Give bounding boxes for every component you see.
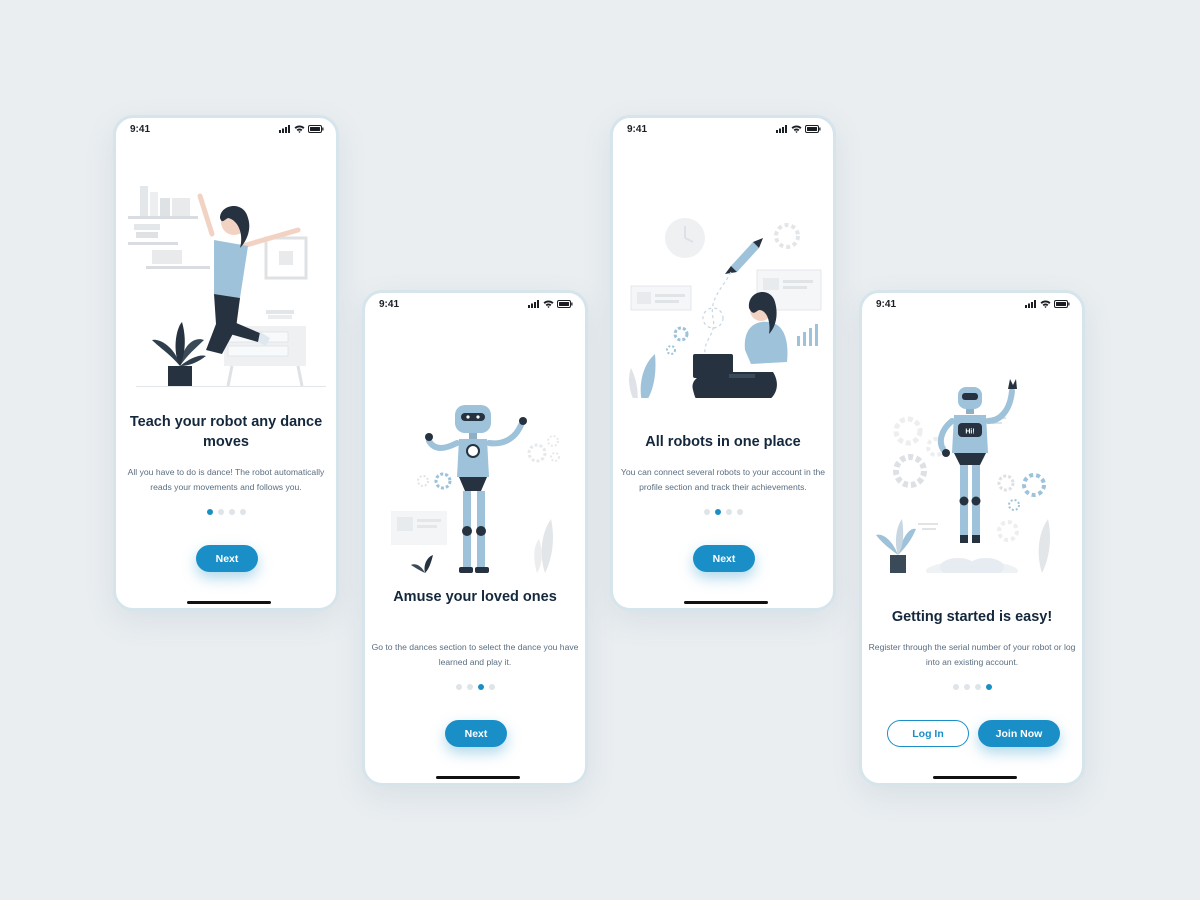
status-icons: [1025, 300, 1070, 308]
next-button[interactable]: Next: [693, 545, 755, 572]
robot-hi-badge: Hi!: [965, 429, 974, 436]
status-time: 9:41: [627, 123, 648, 135]
page-dot: [466, 684, 473, 690]
page-dot: [736, 509, 743, 515]
wifi-icon: [791, 125, 802, 133]
page-dot: [963, 684, 970, 690]
page-indicator: [365, 684, 585, 690]
battery-icon: [308, 125, 324, 133]
battery-icon: [1054, 300, 1070, 308]
page-indicator: [613, 509, 833, 515]
screen-description: Go to the dances section to select the d…: [371, 642, 579, 667]
home-indicator: [436, 776, 520, 779]
dancing-robot-illustration: [391, 405, 560, 573]
battery-icon: [805, 125, 821, 133]
signal-icon: [776, 125, 787, 133]
status-icons: [528, 300, 573, 308]
status-bar: 9:41: [365, 293, 585, 315]
screen-title: All robots in one place: [645, 434, 801, 450]
page-dot-active: [985, 684, 992, 690]
page-dot: [228, 509, 235, 515]
battery-icon: [557, 300, 573, 308]
onboarding-screen-loved-ones: 9:41 Amuse your loved ones Go to the dan…: [362, 290, 588, 786]
next-button[interactable]: Next: [196, 545, 258, 572]
status-icons: [279, 125, 324, 133]
onboarding-screen-getting-started: 9:41 Hi! Getting started is easy! Regist…: [859, 290, 1085, 786]
wifi-icon: [543, 300, 554, 308]
status-time: 9:41: [876, 298, 897, 310]
woman-jumping-illustration: [128, 186, 326, 387]
status-time: 9:41: [130, 123, 151, 135]
status-bar: 9:41: [613, 118, 833, 140]
page-indicator: [862, 684, 1082, 690]
screen-description: All you have to do is dance! The robot a…: [127, 467, 325, 492]
home-indicator: [684, 601, 768, 604]
home-indicator: [933, 776, 1017, 779]
status-time: 9:41: [379, 298, 400, 310]
wifi-icon: [294, 125, 305, 133]
screen-title: Amuse your loved ones: [393, 589, 557, 605]
page-dot: [488, 684, 495, 690]
waving-robot-illustration: Hi!: [876, 379, 1050, 573]
page-indicator: [116, 509, 336, 515]
page-dot: [455, 684, 462, 690]
status-icons: [776, 125, 821, 133]
screen-description: You can connect several robots to your a…: [620, 467, 826, 492]
page-dot: [217, 509, 224, 515]
signal-icon: [279, 125, 290, 133]
page-dot: [725, 509, 732, 515]
home-indicator: [187, 601, 271, 604]
join-now-button[interactable]: Join Now: [978, 720, 1060, 747]
screen-description: Register through the serial number of yo…: [868, 642, 1076, 667]
screen-title: Getting started is easy!: [891, 609, 1053, 625]
page-dot: [974, 684, 981, 690]
page-dot: [239, 509, 246, 515]
log-in-button[interactable]: Log In: [887, 720, 969, 747]
onboarding-screen-all-robots: 9:41 All robots in one place You can con…: [610, 115, 836, 611]
next-button[interactable]: Next: [445, 720, 507, 747]
page-dot-active: [477, 684, 484, 690]
page-dot: [703, 509, 710, 515]
page-dot: [952, 684, 959, 690]
signal-icon: [528, 300, 539, 308]
page-dot-active: [714, 509, 721, 515]
page-dot-active: [206, 509, 213, 515]
woman-laptop-illustration: [629, 218, 822, 398]
screen-title: Teach your robot any dance moves: [129, 414, 323, 450]
onboarding-screen-dance-moves: 9:41 Teach your robot any dance moves Al…: [113, 115, 339, 611]
status-bar: 9:41: [862, 293, 1082, 315]
wifi-icon: [1040, 300, 1051, 308]
status-bar: 9:41: [116, 118, 336, 140]
signal-icon: [1025, 300, 1036, 308]
